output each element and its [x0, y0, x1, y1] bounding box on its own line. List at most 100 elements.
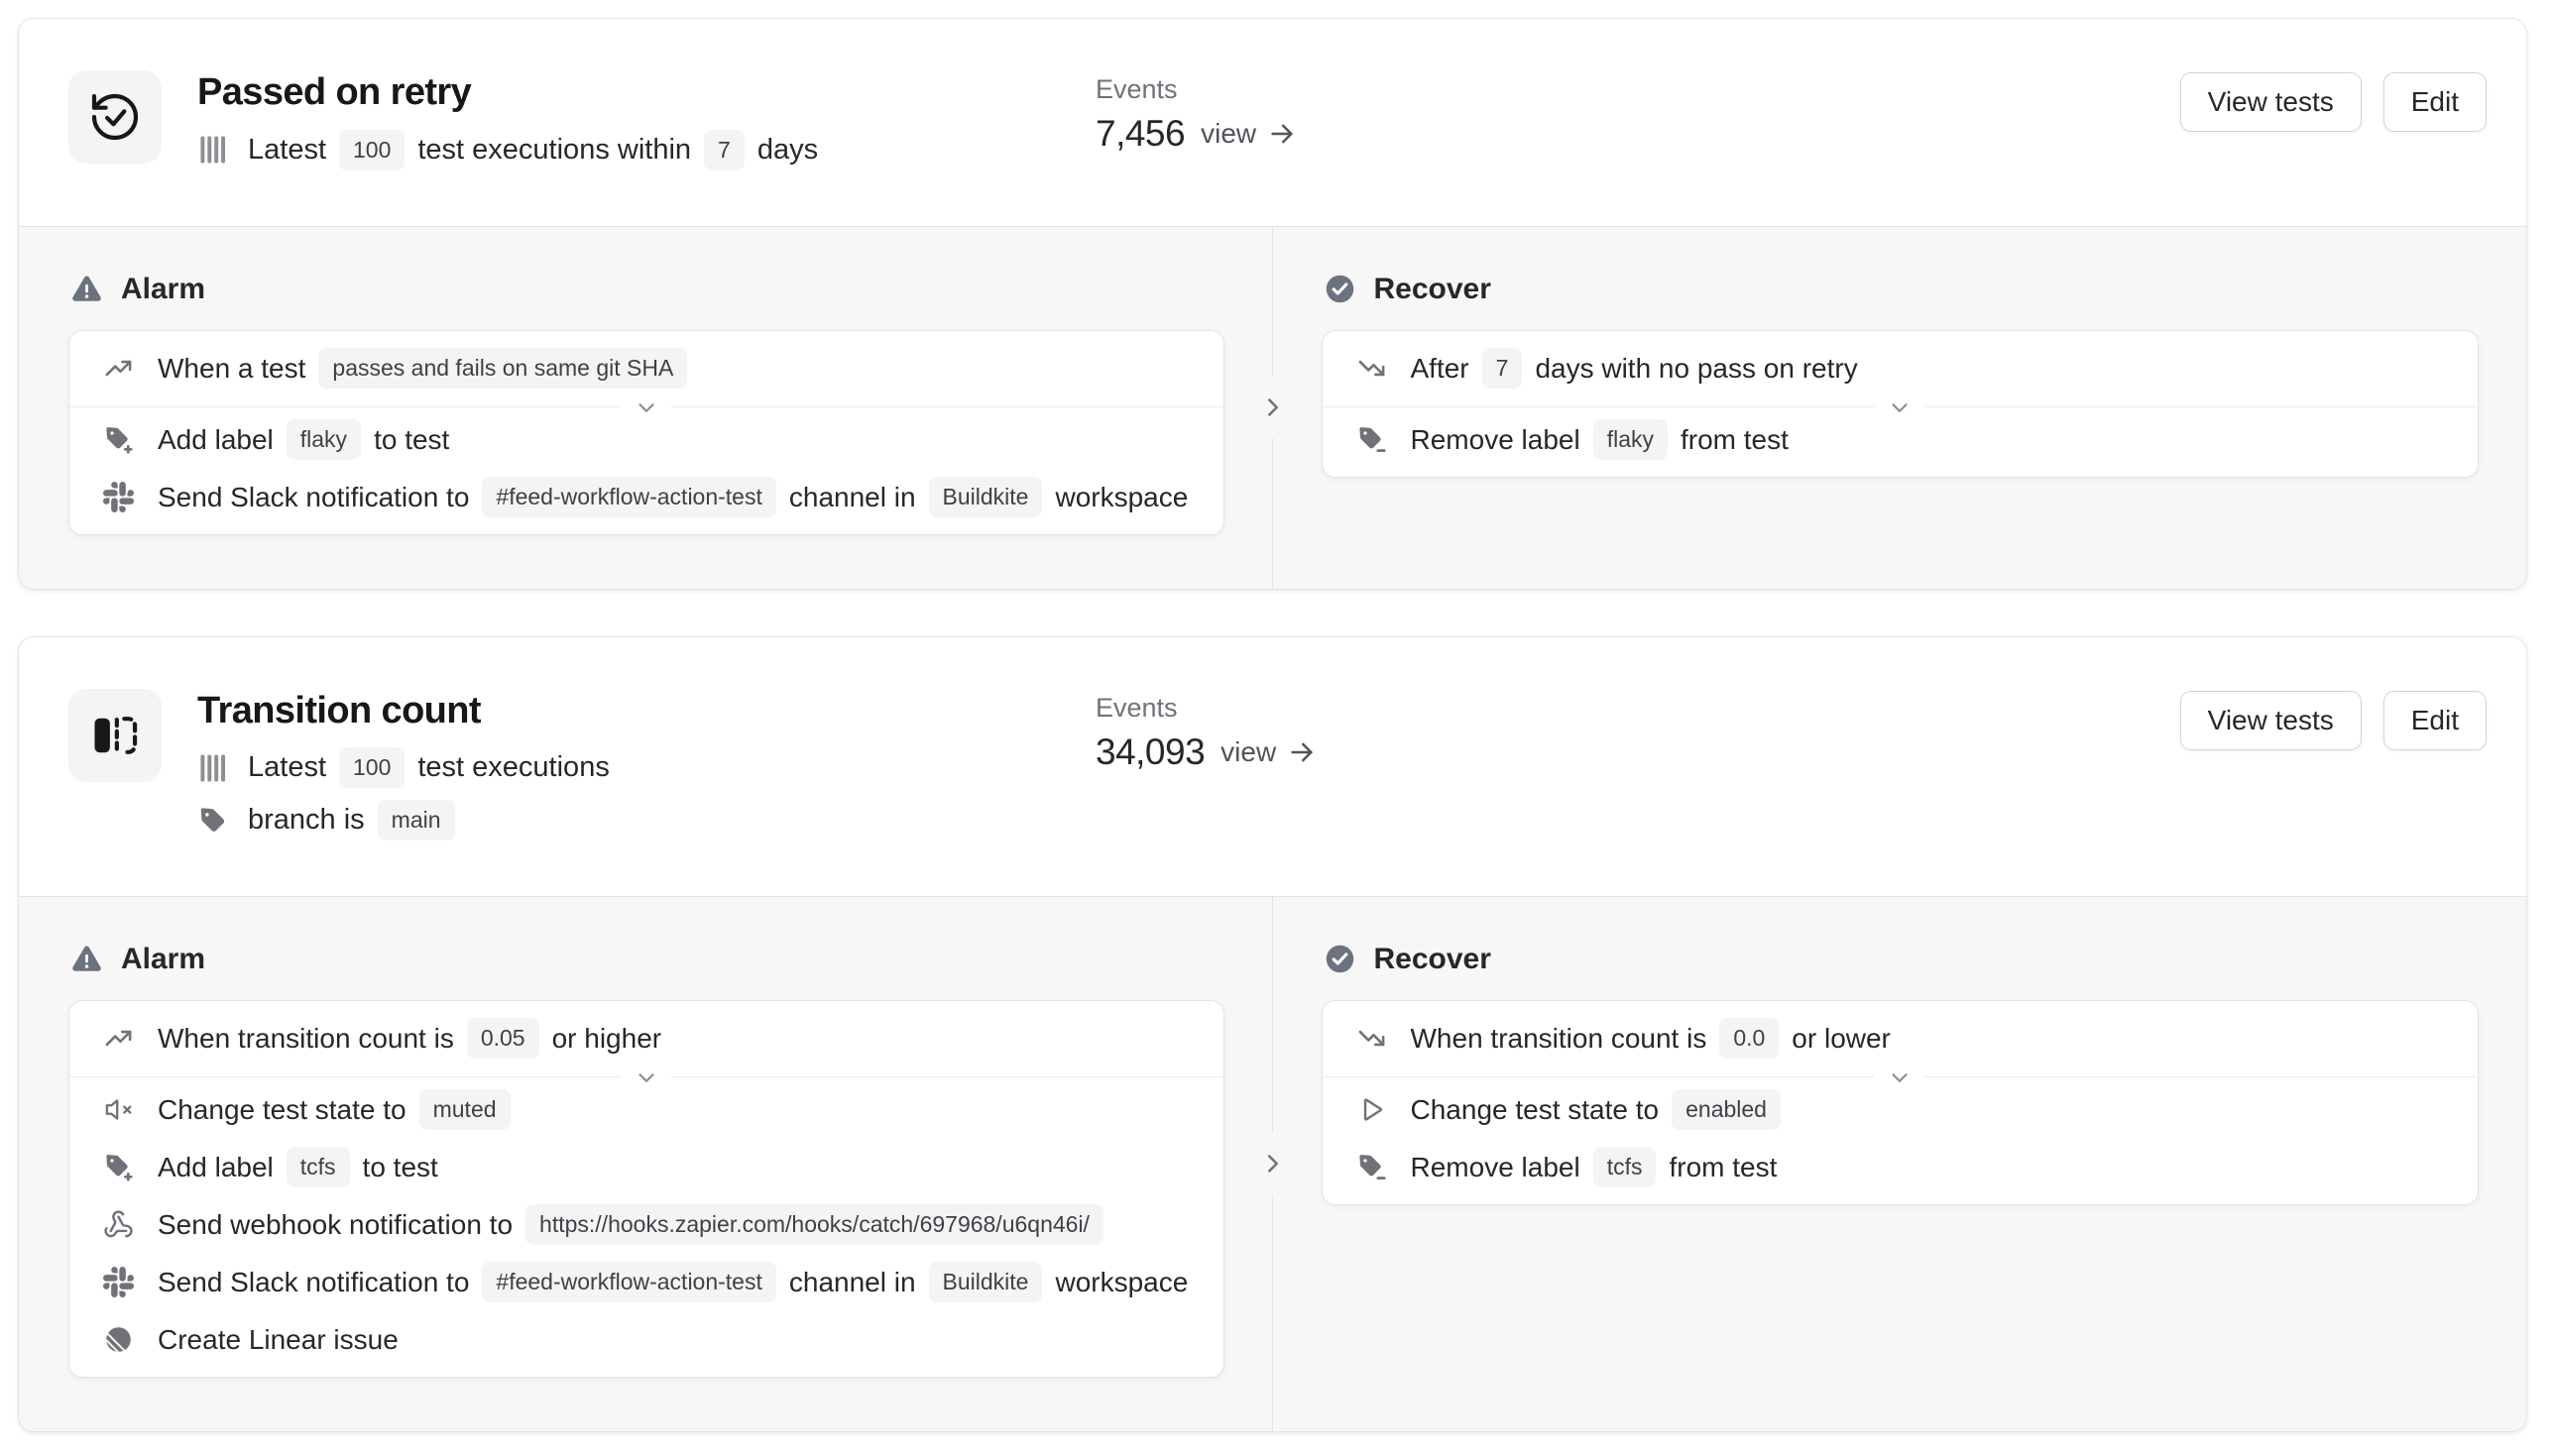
edit-button[interactable]: Edit	[2383, 691, 2487, 750]
view-events-link[interactable]: view	[1201, 118, 1297, 150]
workflow-step-row: Create Linear issue	[69, 1311, 1223, 1369]
slack-icon	[103, 482, 134, 512]
view-tests-button[interactable]: View tests	[2180, 72, 2362, 132]
workflow-step-row: Send Slack notification to#feed-workflow…	[69, 469, 1223, 526]
trend-up-icon	[103, 1023, 134, 1054]
chevron-down-icon	[1875, 392, 1924, 422]
view-link-label: view	[1220, 736, 1276, 768]
tag-minus-icon	[1356, 1152, 1387, 1182]
step-text: Latest	[248, 134, 326, 167]
step-text: Change test state to	[1411, 1094, 1660, 1126]
step-text: or lower	[1792, 1023, 1891, 1055]
step-text: to test	[363, 1152, 438, 1183]
view-tests-button[interactable]: View tests	[2180, 691, 2362, 750]
alarm-heading-label: Alarm	[121, 943, 205, 976]
step-text: Change test state to	[158, 1094, 406, 1126]
alarm-panel: Alarm When transition count is 0.05 or hig…	[19, 897, 1273, 1431]
step-text: workspace	[1055, 482, 1188, 513]
monitor-title: Transition count	[197, 691, 1096, 732]
value-badge: flaky	[287, 419, 361, 460]
title-block: Passed on retry Latest100test executions…	[197, 70, 1096, 170]
check-circle-icon	[1324, 943, 1356, 975]
step-text: days with no pass on retry	[1535, 353, 1857, 385]
slack-icon	[103, 1267, 134, 1297]
step-text: After	[1411, 353, 1469, 385]
step-text: Send Slack notification to	[158, 1267, 469, 1298]
recover-heading-label: Recover	[1374, 943, 1491, 976]
trend-up-icon	[103, 353, 134, 384]
recover-box: When transition count is0.0or lower Chan…	[1322, 1000, 2480, 1205]
chevron-down-icon	[1875, 1063, 1924, 1092]
title-block: Transition count Latest100test execution…	[197, 689, 1096, 840]
step-text: When transition count is	[158, 1023, 454, 1055]
workflow-step-row: Send webhook notification to https://hook…	[69, 1196, 1223, 1254]
value-badge: tcfs	[1593, 1147, 1657, 1187]
step-text: from test	[1681, 424, 1789, 456]
chevron-down-icon	[622, 1063, 671, 1092]
step-text: Latest	[248, 751, 326, 784]
alarm-panel: Alarm When a testpasses and fails on sam…	[19, 227, 1273, 589]
value-badge: 100	[339, 130, 405, 170]
value-badge: muted	[419, 1089, 511, 1130]
step-text: or higher	[552, 1023, 662, 1055]
alarm-heading: Alarm	[70, 273, 1224, 306]
chevron-right-icon	[1257, 377, 1289, 438]
value-badge: enabled	[1672, 1089, 1781, 1130]
step-text: days	[757, 134, 818, 167]
monitor-icon-tile	[68, 689, 162, 782]
recover-heading-label: Recover	[1374, 273, 1491, 306]
value-badge: 0.05	[467, 1018, 539, 1059]
value-badge: flaky	[1593, 419, 1668, 460]
header-actions: View tests Edit	[2180, 70, 2487, 132]
workflow-step-row: Add label tcfs to test	[69, 1139, 1223, 1196]
warning-triangle-icon	[70, 943, 103, 975]
view-events-link[interactable]: view	[1220, 736, 1317, 768]
workflow-step-row: Remove labeltcfsfrom test	[1323, 1139, 2479, 1196]
step-text: Remove label	[1411, 424, 1580, 456]
step-text: Send webhook notification to	[158, 1209, 513, 1241]
tag-icon	[197, 804, 227, 836]
value-badge: tcfs	[287, 1147, 350, 1187]
play-icon	[1356, 1094, 1387, 1125]
trend-down-icon	[1356, 1023, 1387, 1054]
chevron-right-icon	[1257, 1133, 1289, 1194]
step-text: workspace	[1055, 1267, 1188, 1298]
edit-button[interactable]: Edit	[2383, 72, 2487, 132]
recover-panel: Recover After7days with no pass on retry…	[1273, 227, 2527, 589]
alarm-steps: Add labelflakyto test Send Slack notific…	[69, 406, 1223, 534]
events-label: Events	[1096, 74, 1297, 105]
step-text: to test	[374, 424, 449, 456]
mute-icon	[103, 1094, 134, 1125]
recover-heading: Recover	[1324, 273, 2480, 306]
recover-box: After7days with no pass on retry Remove …	[1322, 330, 2480, 478]
step-text: Add label	[158, 1152, 274, 1183]
monitor-filter-row: branch ismain	[197, 800, 1096, 840]
step-text: test executions	[417, 751, 609, 784]
step-text: from test	[1669, 1152, 1777, 1183]
webhook-icon	[103, 1209, 134, 1240]
bars-icon	[197, 752, 227, 784]
value-badge: #feed-workflow-action-test	[482, 477, 775, 517]
events-summary: Events 7,456 view	[1096, 70, 1297, 155]
arrow-right-icon	[1267, 119, 1297, 149]
value-badge: Buildkite	[929, 477, 1043, 517]
tag-plus-icon	[103, 1152, 134, 1182]
alarm-heading: Alarm	[70, 943, 1224, 976]
bars-icon	[197, 134, 227, 166]
tag-minus-icon	[1356, 424, 1387, 455]
step-text: When transition count is	[1411, 1023, 1707, 1055]
step-text: test executions within	[417, 134, 691, 167]
check-circle-icon	[1324, 273, 1356, 305]
value-badge: #feed-workflow-action-test	[482, 1262, 775, 1302]
monitor-card-passed-on-retry: Passed on retry Latest100test executions…	[18, 18, 2527, 590]
monitor-icon-tile	[68, 70, 162, 164]
events-count: 34,093	[1096, 731, 1205, 773]
transition-icon	[87, 708, 143, 763]
card-body: Alarm When a testpasses and fails on sam…	[19, 226, 2526, 589]
value-badge: main	[378, 800, 455, 840]
header-actions: View tests Edit	[2180, 689, 2487, 750]
value-badge: https://hooks.zapier.com/hooks/catch/697…	[525, 1204, 1103, 1245]
alarm-box: When transition count is 0.05 or higher Ch…	[68, 1000, 1224, 1378]
recover-steps: Remove label flaky from test	[1323, 406, 2479, 477]
events-value-row: 34,093 view	[1096, 731, 1317, 773]
